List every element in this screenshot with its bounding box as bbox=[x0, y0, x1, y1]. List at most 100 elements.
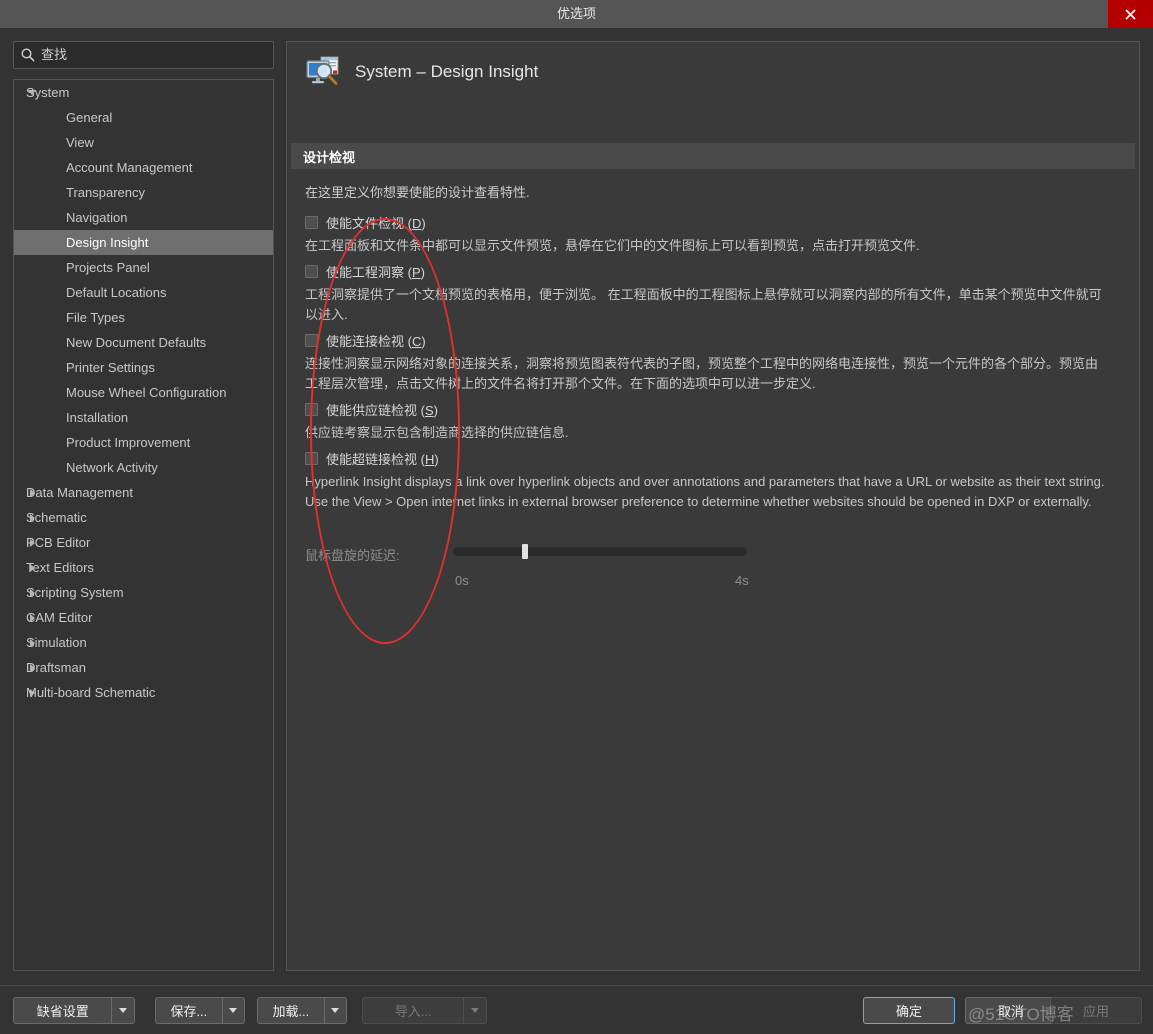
sidebar-item-view[interactable]: View bbox=[14, 130, 273, 155]
footer-cancel-button[interactable]: 取消 bbox=[965, 997, 1057, 1024]
chevron-right-icon[interactable] bbox=[26, 605, 38, 630]
option-label-suffix: ) bbox=[421, 215, 426, 231]
option-label: 使能超链接检视 (H) bbox=[326, 449, 439, 468]
sidebar-item-new-document-defaults[interactable]: New Document Defaults bbox=[14, 330, 273, 355]
sidebar-item-pcb-editor[interactable]: PCB Editor bbox=[14, 530, 273, 555]
checkbox-s[interactable] bbox=[305, 402, 318, 416]
sidebar-item-data-management[interactable]: Data Management bbox=[14, 480, 273, 505]
caret-glyph bbox=[229, 1008, 238, 1013]
hover-delay-slider[interactable] bbox=[453, 544, 747, 559]
sidebar-item-label: Network Activity bbox=[66, 460, 158, 475]
sidebar-item-mouse-wheel-configuration[interactable]: Mouse Wheel Configuration bbox=[14, 380, 273, 405]
close-glyph bbox=[1125, 8, 1136, 20]
footer-button-2[interactable]: 加载... bbox=[257, 997, 347, 1024]
sidebar-item-navigation[interactable]: Navigation bbox=[14, 205, 273, 230]
option-description: 供应链考察显示包含制造商选择的供应链信息. bbox=[305, 425, 569, 440]
sidebar-item-cam-editor[interactable]: CAM Editor bbox=[14, 605, 273, 630]
search-input[interactable]: 查找 bbox=[13, 41, 274, 69]
option-label-suffix: ) bbox=[420, 264, 425, 280]
chevron-down-icon[interactable] bbox=[26, 80, 38, 105]
sidebar-item-file-types[interactable]: File Types bbox=[14, 305, 273, 330]
option-checkbox-row[interactable]: 使能连接检视 (C) bbox=[305, 329, 1121, 351]
footer-button-1[interactable]: 保存... bbox=[155, 997, 245, 1024]
twisty-glyph bbox=[28, 90, 36, 95]
sidebar-item-account-management[interactable]: Account Management bbox=[14, 155, 273, 180]
caret-glyph bbox=[119, 1008, 128, 1013]
sidebar-item-text-editors[interactable]: Text Editors bbox=[14, 555, 273, 580]
option-description: Hyperlink Insight displays a link over h… bbox=[305, 474, 1105, 509]
option-mnemonic: D bbox=[411, 215, 422, 231]
option-group: 使能文件检视 (D) 在工程面板和文件条中都可以显示文件预览，悬停在它们中的文件图… bbox=[305, 211, 1121, 256]
sidebar-item-label: File Types bbox=[66, 310, 126, 325]
sidebar-item-label: Navigation bbox=[66, 210, 128, 225]
sidebar-item-schematic[interactable]: Schematic bbox=[14, 505, 273, 530]
section-header: 设计检视 bbox=[291, 143, 1135, 169]
sidebar-item-label: New Document Defaults bbox=[66, 335, 207, 350]
slider-thumb[interactable] bbox=[522, 544, 529, 559]
dialog-footer: 缺省设置 保存... 加载... 导入... 确定 取消 应用 bbox=[0, 985, 1153, 1034]
option-checkbox-row[interactable]: 使能工程洞察 (P) bbox=[305, 260, 1121, 282]
option-label-text: 使能文件检视 ( bbox=[326, 215, 412, 231]
chevron-right-icon[interactable] bbox=[26, 555, 38, 580]
sidebar-item-product-improvement[interactable]: Product Improvement bbox=[14, 430, 273, 455]
footer-apply-button: 应用 bbox=[1050, 997, 1142, 1024]
option-checkbox-row[interactable]: 使能文件检视 (D) bbox=[305, 211, 1121, 233]
sidebar-item-projects-panel[interactable]: Projects Panel bbox=[14, 255, 273, 280]
chevron-down-icon[interactable] bbox=[112, 998, 134, 1023]
checkbox-d[interactable] bbox=[305, 215, 318, 229]
options-list: 使能文件检视 (D) 在工程面板和文件条中都可以显示文件预览，悬停在它们中的文件图… bbox=[305, 211, 1121, 512]
chevron-right-icon[interactable] bbox=[26, 480, 38, 505]
option-group: 使能供应链检视 (S) 供应链考察显示包含制造商选择的供应链信息. bbox=[305, 398, 1121, 443]
chevron-down-icon[interactable] bbox=[223, 998, 244, 1023]
footer-button-0[interactable]: 缺省设置 bbox=[13, 997, 135, 1024]
twisty-glyph bbox=[29, 688, 35, 697]
sidebar-item-label: Printer Settings bbox=[66, 360, 155, 375]
sidebar-item-printer-settings[interactable]: Printer Settings bbox=[14, 355, 273, 380]
option-label-suffix: ) bbox=[433, 402, 438, 418]
sidebar-item-scripting-system[interactable]: Scripting System bbox=[14, 580, 273, 605]
checkbox-h[interactable] bbox=[305, 451, 318, 465]
option-mnemonic: H bbox=[424, 451, 435, 467]
chevron-right-icon[interactable] bbox=[26, 505, 38, 530]
option-checkbox-row[interactable]: 使能超链接检视 (H) bbox=[305, 447, 1121, 469]
option-label-text: 使能供应链检视 ( bbox=[326, 402, 425, 418]
checkbox-c[interactable] bbox=[305, 333, 318, 347]
chevron-right-icon[interactable] bbox=[26, 530, 38, 555]
footer-button-3: 导入... bbox=[362, 997, 487, 1024]
sidebar-item-default-locations[interactable]: Default Locations bbox=[14, 280, 273, 305]
sidebar-item-installation[interactable]: Installation bbox=[14, 405, 273, 430]
slider-min-label: 0s bbox=[455, 573, 469, 588]
sidebar-item-simulation[interactable]: Simulation bbox=[14, 630, 273, 655]
window-title: 优选项 bbox=[556, 6, 596, 21]
close-icon[interactable] bbox=[1108, 0, 1153, 28]
caret-glyph bbox=[331, 1008, 340, 1013]
chevron-right-icon[interactable] bbox=[26, 630, 38, 655]
sidebar-item-label: Projects Panel bbox=[66, 260, 150, 275]
preferences-sidebar: 查找 System General View Account Management Tr… bbox=[13, 41, 274, 971]
sidebar-item-draftsman[interactable]: Draftsman bbox=[14, 655, 273, 680]
sidebar-item-label: General bbox=[66, 110, 113, 125]
sidebar-item-multi-board-schematic[interactable]: Multi-board Schematic bbox=[14, 680, 273, 705]
sidebar-item-system[interactable]: System bbox=[14, 80, 273, 105]
chevron-right-icon[interactable] bbox=[26, 580, 38, 605]
chevron-right-icon[interactable] bbox=[26, 680, 38, 705]
sidebar-item-transparency[interactable]: Transparency bbox=[14, 180, 273, 205]
sidebar-item-label: Design Insight bbox=[66, 235, 149, 250]
option-label: 使能文件检视 (D) bbox=[326, 213, 426, 232]
sidebar-item-network-activity[interactable]: Network Activity bbox=[14, 455, 273, 480]
sidebar-item-general[interactable]: General bbox=[14, 105, 273, 130]
sidebar-item-design-insight[interactable]: Design Insight bbox=[14, 230, 273, 255]
checkbox-p[interactable] bbox=[305, 264, 318, 278]
option-label-text: 使能工程洞察 ( bbox=[326, 264, 412, 280]
footer-button-label: 加载... bbox=[272, 1004, 310, 1019]
option-mnemonic: C bbox=[411, 333, 422, 349]
sidebar-item-label: Default Locations bbox=[66, 285, 167, 300]
settings-tree[interactable]: System General View Account Management Trans… bbox=[13, 79, 274, 971]
twisty-glyph bbox=[29, 513, 35, 522]
option-label-suffix: ) bbox=[421, 333, 426, 349]
chevron-down-icon[interactable] bbox=[325, 998, 346, 1023]
footer-ok-button[interactable]: 确定 bbox=[863, 997, 955, 1024]
option-checkbox-row[interactable]: 使能供应链检视 (S) bbox=[305, 398, 1121, 420]
option-group: 使能超链接检视 (H) Hyperlink Insight displays a … bbox=[305, 447, 1121, 512]
chevron-right-icon[interactable] bbox=[26, 655, 38, 680]
